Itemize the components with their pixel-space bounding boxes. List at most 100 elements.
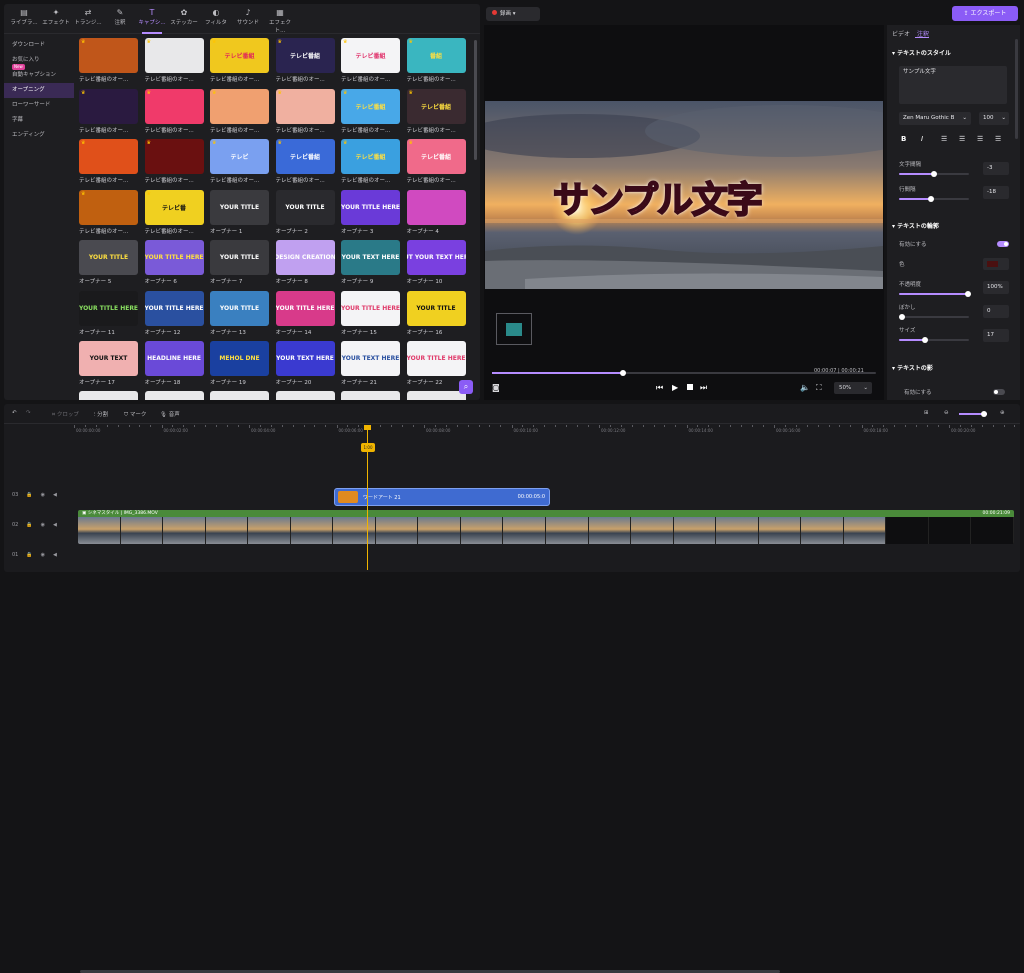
template-card[interactable]: ♛ テレビ番組 テレビ番組のオー... [341, 139, 400, 184]
play-icon[interactable]: ▶ [672, 383, 678, 392]
zoom-in-icon[interactable]: ⊕ [1000, 410, 1005, 416]
time-ruler[interactable]: 00:00:00:00 00:00:02:00 00:00:04:00 00:00:0… [74, 425, 1020, 437]
fit-icon[interactable]: ⊞ [924, 410, 929, 416]
shadow-section[interactable]: ▾ テキストの影 [892, 363, 933, 372]
mark-tool[interactable]: ⛉ マーク [124, 410, 146, 419]
props-scrollbar[interactable] [1015, 39, 1018, 139]
line-spacing-slider[interactable] [899, 196, 969, 202]
template-card[interactable]: ♛ テレビ番組のオー... [144, 88, 204, 134]
template-card[interactable] [341, 391, 400, 400]
align-right-icon[interactable]: ☰ [977, 135, 983, 143]
redo-icon[interactable]: ↷ [26, 410, 31, 416]
template-card[interactable]: DESIGN CREATION オープナー 8 [275, 240, 335, 285]
bold-icon[interactable]: B [901, 135, 906, 143]
prev-frame-icon[interactable]: ⏮ [656, 383, 663, 393]
template-card[interactable]: ♛ テレビ番組のオー... [144, 139, 204, 184]
template-card[interactable]: YOUR TITLE HERE オープナー 3 [341, 189, 400, 235]
align-left-icon[interactable]: ☰ [941, 135, 947, 143]
library-scrollbar[interactable] [474, 40, 477, 160]
template-card[interactable]: ♛ テレビ番組 テレビ番組のオー... [406, 88, 466, 134]
template-card[interactable]: ♛ テレビ番組 テレビ番組のオー... [275, 38, 335, 83]
category-item[interactable]: 自動キャプション New [4, 64, 74, 83]
template-card[interactable]: ♛ テレビ番組のオー... [79, 139, 138, 184]
text-style-section[interactable]: ▾ テキストのスタイル [892, 48, 951, 57]
template-card[interactable]: YOUR TITLE オープナー 2 [275, 189, 335, 235]
split-tool[interactable]: ⫶ 分割 [94, 410, 108, 419]
undo-icon[interactable]: ↶ [12, 410, 17, 416]
template-card[interactable]: ♛ テレビ番組のオー... [79, 88, 138, 134]
tab-video[interactable]: ビデオ [892, 29, 910, 38]
mute-icon[interactable]: ◀ [53, 522, 57, 528]
font-size-select[interactable]: 100 ⌄ [979, 112, 1009, 125]
template-card[interactable]: HEADLINE HERE オープナー 18 [144, 341, 204, 386]
lock-icon[interactable]: 🔒 [26, 552, 32, 558]
crop-tool[interactable]: ⌗ クロップ [52, 410, 79, 419]
tab-annotation[interactable]: ✎ 注釈 [104, 7, 136, 33]
lock-icon[interactable]: 🔒 [26, 522, 32, 528]
align-justify-icon[interactable]: ☰ [995, 135, 1001, 143]
template-card[interactable]: YOUR TITLE オープナー 7 [210, 240, 269, 285]
template-card[interactable]: YOUR TITLE HERE オープナー 15 [341, 290, 400, 336]
template-card[interactable]: YOUR TEXT HERE オープナー 20 [275, 341, 335, 386]
template-card[interactable] [406, 391, 466, 400]
next-frame-icon[interactable]: ⏭ [700, 383, 707, 393]
template-card[interactable] [144, 391, 204, 400]
zoom-out-icon[interactable]: ⊖ [944, 410, 949, 416]
template-card[interactable]: YOUR TITLE オープナー 1 [210, 189, 269, 235]
eye-icon[interactable]: ◉ [41, 522, 45, 528]
template-card[interactable]: ♛ テレビ番 テレビ番組のオー... [144, 189, 204, 235]
template-card[interactable]: ♛ テレビ番組 テレビ番組のオー... [210, 38, 269, 83]
timeline-zoom-slider[interactable] [959, 411, 987, 417]
template-card[interactable] [79, 391, 138, 400]
zoom-select[interactable]: 50% ⌄ [834, 382, 872, 394]
text-input[interactable]: サンプル文字 [899, 66, 1007, 104]
tab-effect[interactable]: ✦ エフェクト [40, 7, 72, 33]
template-card[interactable]: YOUR TITLE HERE オープナー 12 [144, 290, 204, 336]
template-card[interactable] [275, 391, 335, 400]
video-clip[interactable]: ▣ シネマスタイル | IMG_3386.MOV 00:00:21:09 [78, 510, 1014, 544]
template-card[interactable]: ♛ テレビ番組のオー... [144, 38, 204, 83]
template-card[interactable]: ♛ テレビ番組のオー... [210, 88, 269, 134]
mute-icon[interactable]: ◀ [53, 552, 57, 558]
template-card[interactable]: YOUR TITLE HERE オープナー 6 [144, 240, 204, 285]
color-picker[interactable] [983, 258, 1009, 270]
blur-slider[interactable] [899, 314, 969, 320]
tab-filter[interactable]: ◐ フィルタ [200, 7, 232, 33]
tab-effect-pack[interactable]: ▦ エフェクト... [264, 7, 296, 34]
category-item[interactable]: ダウンロード [4, 38, 74, 53]
record-button[interactable]: 録画 ▾ [486, 7, 540, 21]
template-card[interactable]: YOUR TITLE HERE オープナー 11 [79, 290, 138, 336]
progress-knob[interactable] [619, 370, 626, 376]
volume-icon[interactable]: 🔈 [800, 383, 810, 392]
snapshot-icon[interactable]: ◙ [492, 383, 500, 392]
template-card[interactable]: ♛ テレビ番組 テレビ番組のオー... [341, 88, 400, 134]
font-select[interactable]: Zen Maru Gothic B ⌄ [899, 112, 971, 125]
template-card[interactable]: ♛ テレビ番組のオー... [275, 88, 335, 134]
eye-icon[interactable]: ◉ [41, 492, 45, 498]
size-slider[interactable] [899, 337, 969, 343]
template-card[interactable]: YOUR TITLE HERE オープナー 14 [275, 290, 335, 336]
audio-tool[interactable]: 🎙 音声 [160, 410, 180, 418]
italic-icon[interactable]: I [921, 135, 923, 143]
template-card[interactable]: YOUR TEXT HERE オープナー 9 [341, 240, 400, 285]
template-card[interactable]: MEHOL DNE オープナー 19 [210, 341, 269, 386]
outline-toggle[interactable] [997, 241, 1009, 247]
size-input[interactable]: 17 [983, 329, 1009, 342]
tab-sound[interactable]: ♪ サウンド [232, 7, 264, 33]
stop-icon[interactable] [687, 384, 693, 390]
outline-section[interactable]: ▾ テキストの輪郭 [892, 221, 939, 230]
overlay-preview-thumb[interactable] [496, 313, 532, 345]
eye-icon[interactable]: ◉ [41, 552, 45, 558]
tab-transition[interactable]: ⇄ トランジ... [72, 7, 104, 33]
letter-spacing-input[interactable]: -3 [983, 162, 1009, 175]
template-card[interactable]: ♛ テレビ番組 テレビ番組のオー... [406, 139, 466, 184]
template-card[interactable]: YOUR TITLE オープナー 13 [210, 290, 269, 336]
template-card[interactable]: ♛ テレビ番組 テレビ番組のオー... [275, 139, 335, 184]
overlay-text[interactable]: サンプル文字 [552, 171, 764, 223]
opacity-slider[interactable] [899, 291, 971, 297]
line-spacing-input[interactable]: -18 [983, 186, 1009, 199]
template-card[interactable]: YOUR TITLE HERE オープナー 22 [406, 341, 466, 386]
opacity-input[interactable]: 100% [983, 281, 1009, 294]
category-item[interactable]: 字幕 [4, 113, 74, 128]
align-center-icon[interactable]: ☰ [959, 135, 965, 143]
